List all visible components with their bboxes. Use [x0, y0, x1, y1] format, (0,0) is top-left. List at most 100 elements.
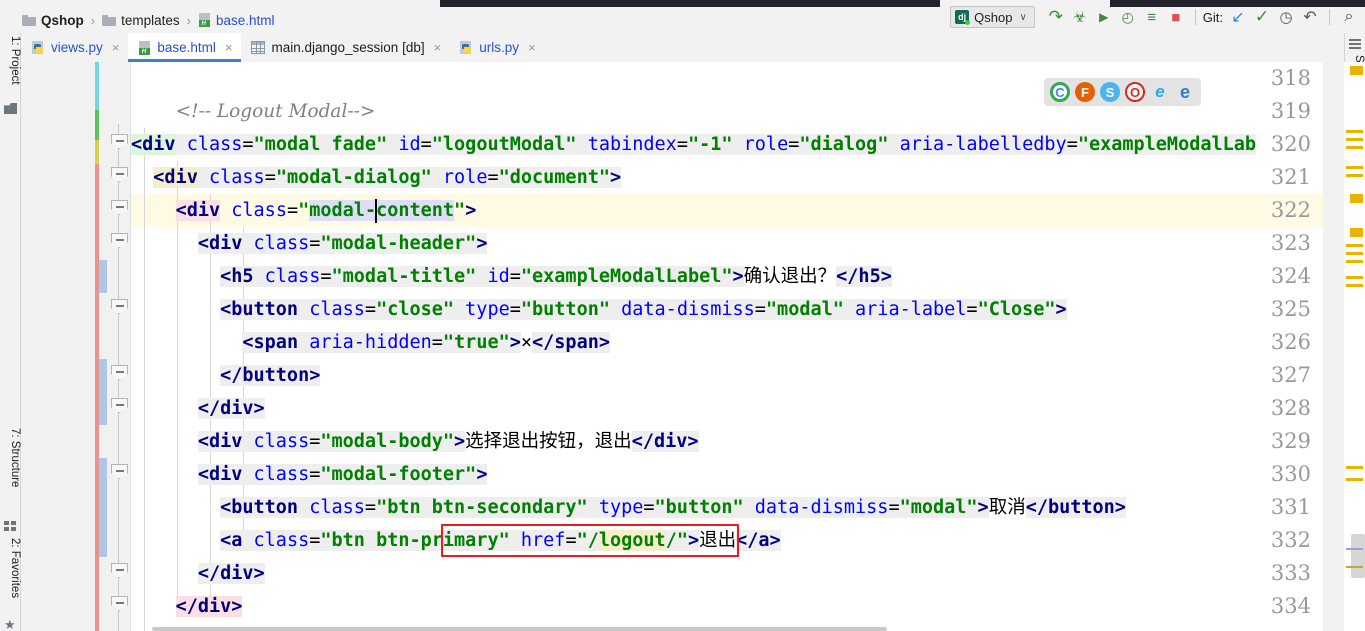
code-line-323: <div class="modal-header"> — [197, 233, 488, 254]
debug-button[interactable]: ☣ — [1068, 5, 1092, 29]
marker — [1346, 244, 1363, 247]
fold-marker[interactable] — [111, 464, 128, 479]
python-file-icon — [32, 40, 45, 55]
code-line-334: </div> — [175, 596, 243, 617]
fold-marker[interactable] — [111, 596, 128, 611]
toolbar-divider — [1194, 9, 1196, 25]
code-line-331: <button class="btn btn-secondary" type="… — [220, 497, 1126, 518]
code-line-321: <div class="modal-dialog" role="document… — [153, 167, 622, 188]
search-everywhere-icon[interactable]: ⌕ — [1337, 5, 1361, 29]
close-icon[interactable]: × — [112, 40, 120, 55]
chevron-down-icon: ∨ — [1019, 11, 1027, 23]
sidebar-item-favorites[interactable]: 2: Favorites — [0, 538, 21, 598]
main-toolbar: dj Qshop ∨ ↷ ☣ ▶ ◴ ≡ ■ Git: ↙ ✓ ◷ ↶ ⌕ — [950, 4, 1361, 30]
sciview-grid-icon — [1349, 39, 1361, 49]
browser-preview-popup[interactable]: C F S O e e — [1044, 78, 1201, 106]
left-tool-window-bar: 1: Project 7: Structure 2: Favorites ★ — [0, 33, 21, 631]
marker — [1346, 566, 1363, 568]
edge-icon[interactable]: e — [1175, 82, 1195, 102]
commit-button[interactable]: ✓ — [1250, 5, 1274, 29]
database-table-icon — [251, 41, 266, 54]
fold-marker[interactable] — [111, 200, 128, 215]
run-config-icon: dj — [955, 10, 971, 25]
scrollbar-thumb[interactable] — [1351, 534, 1365, 578]
marker — [1346, 130, 1363, 133]
changed-line-marker — [99, 359, 107, 425]
firefox-icon[interactable]: F — [1075, 82, 1095, 102]
fold-marker[interactable] — [111, 398, 128, 413]
code-line-324: <h5 class="modal-title" id="exampleModal… — [220, 266, 892, 287]
marker — [1346, 284, 1363, 287]
breadcrumb-separator: › — [90, 12, 96, 28]
breadcrumb-separator: › — [186, 12, 191, 28]
close-icon[interactable]: × — [528, 40, 536, 55]
fold-marker[interactable] — [111, 365, 128, 380]
safari-icon[interactable]: S — [1100, 82, 1120, 102]
breadcrumb-item-templates[interactable]: templates — [102, 13, 180, 28]
python-file-icon — [460, 40, 473, 55]
folder-icon — [102, 14, 117, 26]
tab-urls-py[interactable]: urls.py × — [450, 33, 544, 62]
marker — [1350, 228, 1363, 237]
code-line-330: <div class="modal-footer"> — [197, 464, 488, 485]
changed-line-marker — [99, 491, 107, 557]
tab-views-py[interactable]: views.py × — [22, 33, 128, 62]
changed-line-marker — [99, 260, 107, 293]
rollback-button[interactable]: ↶ — [1298, 5, 1322, 29]
fold-marker[interactable] — [111, 167, 128, 182]
run-button[interactable]: ↷ — [1044, 5, 1068, 29]
marker — [1346, 166, 1363, 169]
marker — [1346, 260, 1363, 263]
fold-marker[interactable] — [111, 233, 128, 248]
run-configuration-selector[interactable]: dj Qshop ∨ — [950, 6, 1035, 28]
history-button[interactable]: ◷ — [1274, 5, 1298, 29]
vcs-marker-yellow — [95, 140, 99, 164]
opera-icon[interactable]: O — [1125, 82, 1145, 102]
code-text-area[interactable]: <!-- Logout Modal--> <div class="modal f… — [131, 62, 1323, 631]
chrome-icon[interactable]: C — [1050, 82, 1070, 102]
breadcrumb-item-file[interactable]: H base.html — [198, 13, 275, 28]
code-line-326: <span aria-hidden="true">×</span> — [242, 332, 610, 353]
tab-main-django-session-db[interactable]: main.django_session [db] × — [241, 33, 450, 62]
marker — [1346, 138, 1363, 141]
run-with-console-button[interactable]: ≡ — [1140, 5, 1164, 29]
fold-marker[interactable] — [111, 299, 128, 314]
marker — [1350, 66, 1363, 75]
code-line-325: <button class="close" type="button" data… — [220, 299, 1067, 320]
horizontal-scrollbar[interactable] — [152, 627, 887, 631]
breadcrumb-item-project[interactable]: Qshop — [22, 13, 84, 28]
text-caret — [375, 199, 377, 223]
run-config-label: Qshop — [974, 9, 1013, 25]
vcs-marker-cyan — [95, 62, 99, 110]
marker — [1346, 146, 1363, 149]
code-editor[interactable]: 318 319 320 321 322 323 324 325 326 327 … — [21, 62, 1323, 631]
profile-button[interactable]: ◴ — [1116, 5, 1140, 29]
marker — [1346, 466, 1363, 469]
run-coverage-button[interactable]: ▶ — [1092, 5, 1116, 29]
html-file-icon: H — [138, 40, 151, 55]
close-icon[interactable]: × — [225, 40, 233, 55]
structure-icon — [4, 521, 17, 531]
folder-icon — [22, 14, 36, 26]
editor-marker-scrollbar[interactable] — [1344, 62, 1365, 631]
sidebar-item-project[interactable]: 1: Project — [0, 36, 21, 85]
code-line-328: </div> — [197, 398, 265, 419]
tab-label: base.html — [157, 40, 216, 55]
marker — [1346, 276, 1363, 279]
breadcrumb-label[interactable]: base.html — [216, 13, 275, 28]
breadcrumb-label: Qshop — [41, 12, 84, 28]
marker — [1350, 194, 1363, 203]
code-line-333: </div> — [197, 563, 265, 584]
toolbar-divider — [1329, 9, 1330, 25]
breadcrumb-label: templates — [121, 12, 180, 28]
fold-marker[interactable] — [111, 134, 128, 149]
fold-marker[interactable] — [111, 563, 128, 578]
vcs-marker-green — [95, 110, 99, 140]
sidebar-item-structure[interactable]: 7: Structure — [0, 428, 21, 487]
ie-icon[interactable]: e — [1150, 82, 1170, 102]
stop-button[interactable]: ■ — [1164, 5, 1188, 29]
close-icon[interactable]: × — [434, 40, 442, 55]
tab-label: main.django_session [db] — [271, 40, 425, 55]
tab-base-html[interactable]: H base.html × — [128, 33, 242, 62]
update-project-button[interactable]: ↙ — [1226, 5, 1250, 29]
